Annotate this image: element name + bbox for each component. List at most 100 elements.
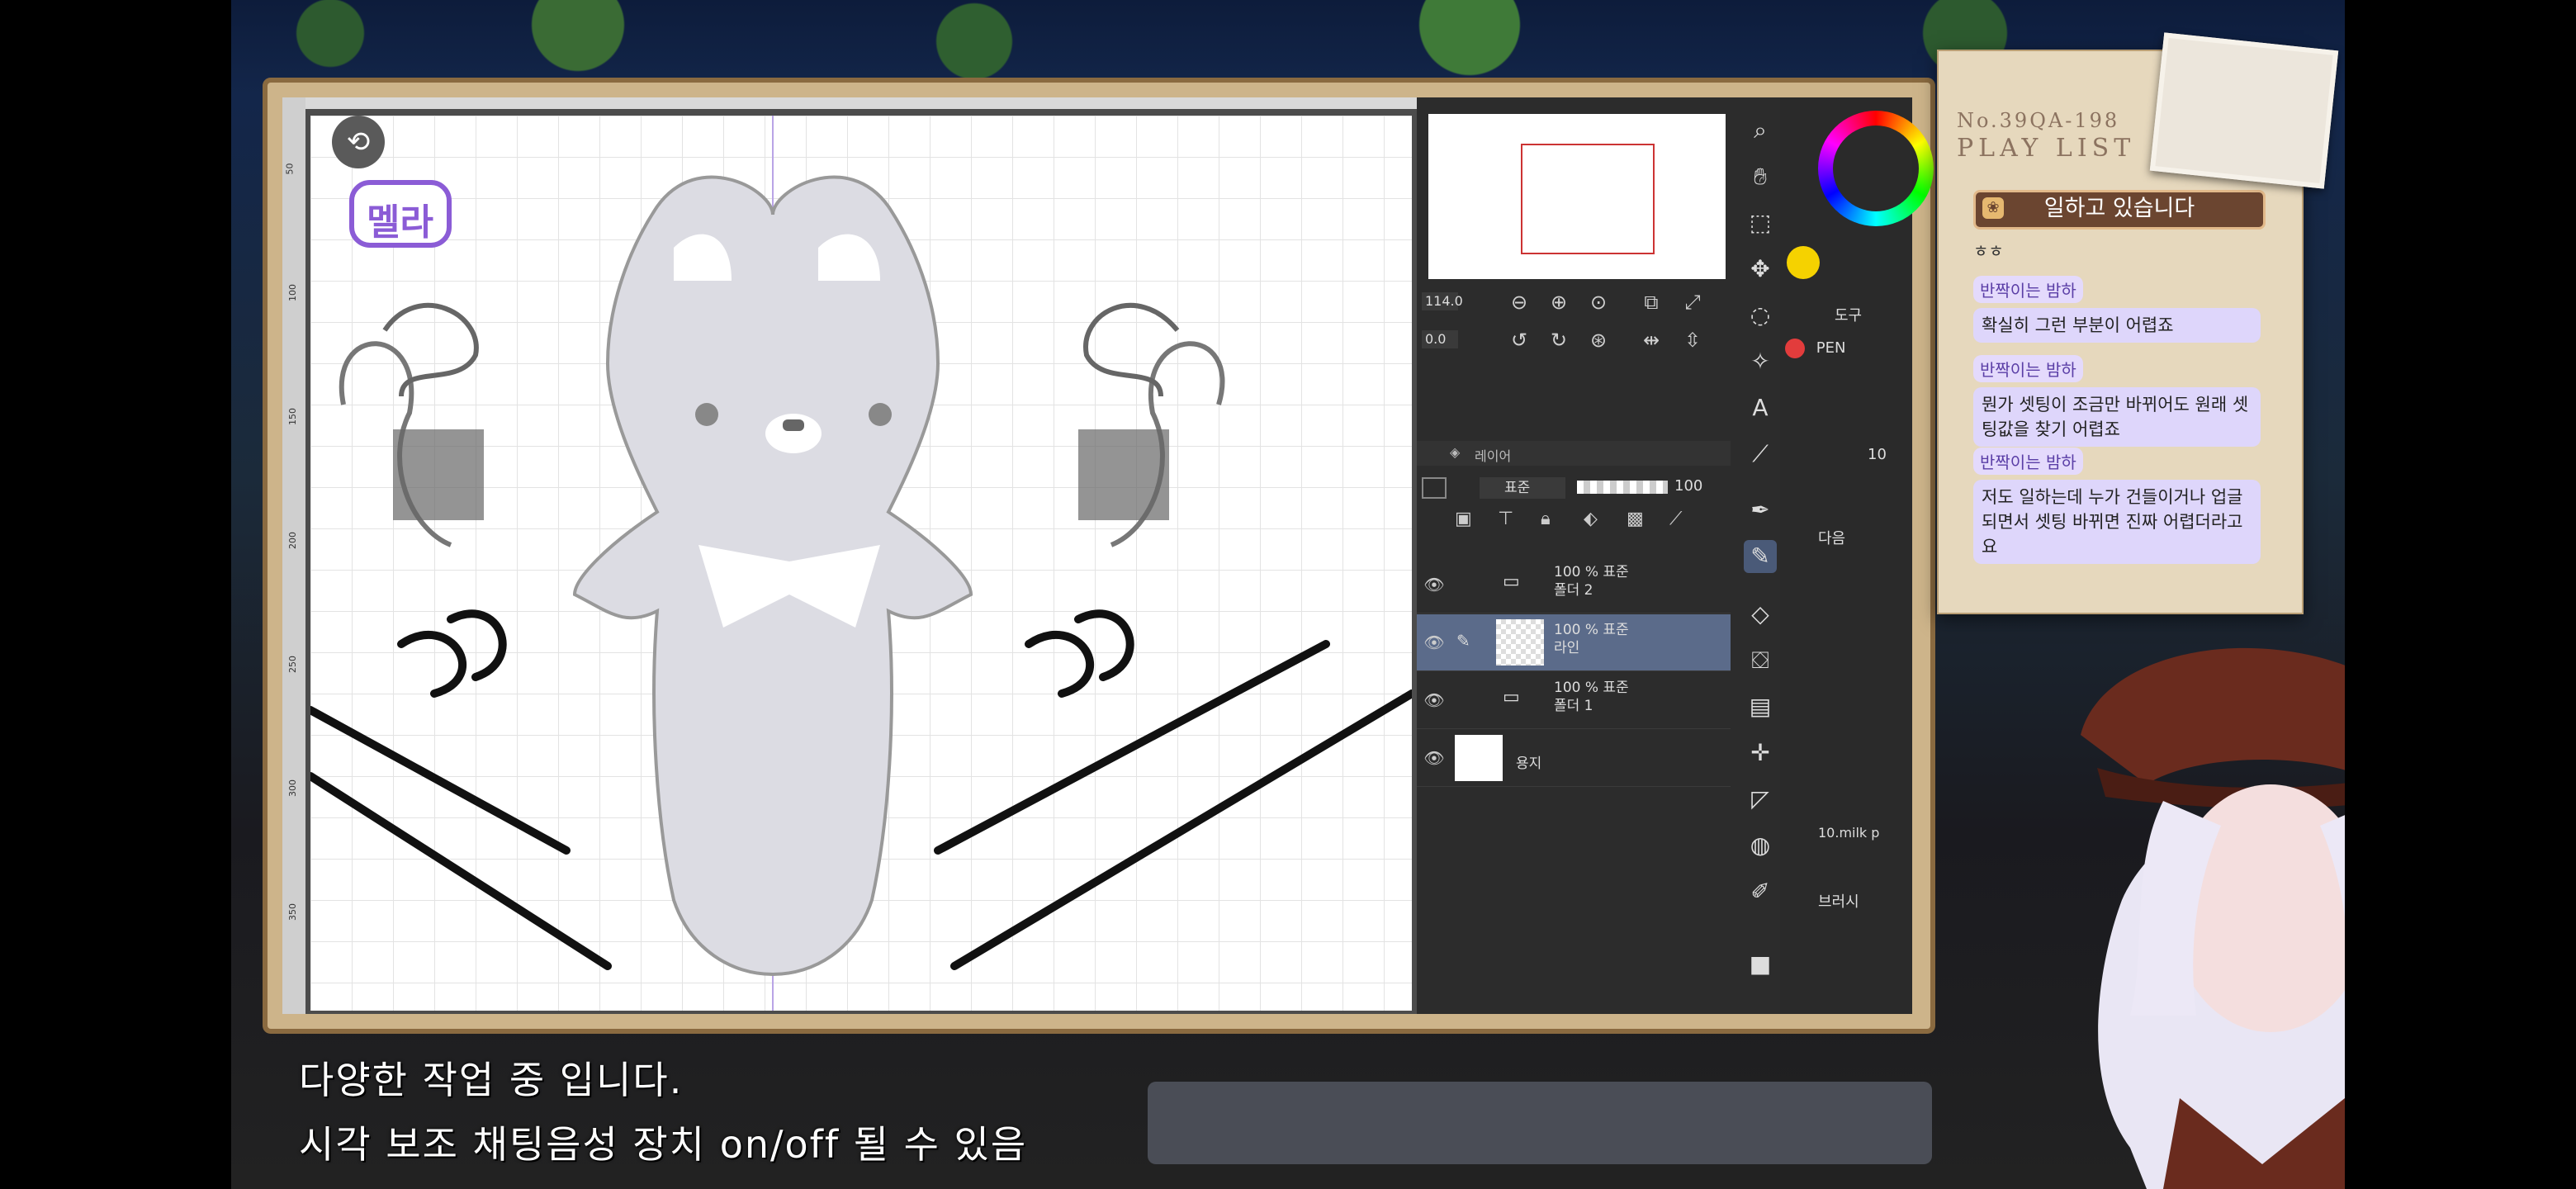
opacity-slider[interactable]	[1577, 481, 1668, 494]
angle-value[interactable]: 0.0	[1422, 330, 1458, 348]
ruler-top	[282, 97, 1417, 109]
layer-name: 폴더 2	[1554, 582, 1593, 599]
actual-size-icon[interactable]: ⧉	[1640, 291, 1663, 314]
bunny-illustration	[310, 116, 1412, 1011]
layer-opacity-mode: 100 % 표준	[1554, 564, 1629, 580]
layer-opacity-mode: 100 % 표준	[1554, 622, 1629, 638]
subtitle-line-1: 다양한 작업 중 입니다.	[299, 1058, 684, 1102]
layer-name: 라인	[1554, 640, 1580, 656]
color-wheel[interactable]	[1818, 111, 1934, 226]
layers-icon: ◈	[1450, 444, 1461, 460]
brush-size-row[interactable]: 10	[1785, 446, 1909, 471]
status-text: 일하고 있습니다	[2043, 196, 2195, 221]
ruler-icon[interactable]: ⟋	[1669, 509, 1682, 529]
drawing-paper[interactable]	[310, 116, 1412, 1011]
paper-thumbnail	[1455, 735, 1503, 781]
tool-tab[interactable]: 도구	[1785, 304, 1909, 329]
rotate-left-icon[interactable]: ↺	[1508, 329, 1531, 352]
layer-row-selected[interactable]: 👁︎ ✎ 100 % 표준 라인	[1417, 614, 1731, 671]
ruler-left: 50 100 150 200 250 300 350	[282, 97, 305, 1014]
chat-username: 반짝이는 밤하	[1973, 276, 2083, 303]
eyedropper-icon[interactable]: ⟋	[1744, 438, 1777, 471]
ruler-label: 100	[287, 284, 298, 301]
navigator-preview[interactable]	[1428, 114, 1726, 279]
rotate-icon[interactable]: ⟲	[332, 116, 385, 168]
object-tool-icon[interactable]: ⬚	[1744, 206, 1777, 239]
chat-message: 저도 일하는데 누가 건들이거나 업글되면서 셋팅 바뀌면 진짜 어렵더라고요	[1973, 480, 2261, 564]
chat-message: 뭔가 셋팅이 조금만 바뀌어도 원래 셋팅값을 찾기 어렵죠	[1973, 387, 2261, 447]
decoration-tool-icon[interactable]: ✐	[1744, 875, 1777, 908]
paw-icon: ❀	[1982, 197, 2004, 219]
navigator-viewport-frame[interactable]	[1521, 144, 1655, 254]
gradient-tool-icon[interactable]: ▤	[1744, 690, 1777, 723]
magic-wand-icon[interactable]: ✧	[1744, 345, 1777, 378]
zoom-tool-icon[interactable]: ⌕	[1744, 114, 1777, 147]
layer-tab[interactable]: ◈ 레이어	[1417, 441, 1731, 466]
chat-item: 반짝이는 밤하 저도 일하는데 누가 건들이거나 업글되면서 셋팅 바뀌면 진짜…	[1973, 448, 2261, 564]
color-panel: 도구 PEN 10 다음 10.milk p 브러시	[1780, 97, 1934, 1014]
rotate-right-icon[interactable]: ↻	[1547, 329, 1570, 352]
text-tool-icon[interactable]: A	[1744, 391, 1777, 424]
layer-row[interactable]: 👁︎ ▭ 100 % 표준 폴더 1	[1417, 672, 1731, 729]
ruler-label: 250	[287, 656, 298, 673]
color-swatch-icon[interactable]: ■	[1744, 948, 1777, 981]
right-panel: 114.0 0.0 ⊖ ⊕ ⊙ ⧉ ⤢ ↺ ↻ ⊛ ⇹ ⇳ ◈ 레이어 표준 1…	[1417, 97, 1934, 1014]
chat-message: 확실히 그런 부분이 어렵죠	[1973, 308, 2261, 343]
ruler-label: 300	[287, 779, 298, 797]
mask-icon[interactable]: ▩	[1627, 509, 1644, 529]
chat-username: 반짝이는 밤하	[1973, 448, 2083, 475]
brush-preset[interactable]: 10.milk p	[1785, 824, 1909, 849]
layer-row[interactable]: 👁︎ ▭ 100 % 표준 폴더 2	[1417, 557, 1731, 613]
layer-blend-row: 표준 100	[1422, 474, 1727, 504]
eye-icon[interactable]: 👁︎	[1422, 575, 1447, 594]
main-color-swatch[interactable]	[1787, 246, 1820, 279]
pen-edit-icon: ✎	[1456, 631, 1470, 651]
opacity-value[interactable]: 100	[1674, 477, 1702, 495]
clip-icon[interactable]: ⊤	[1498, 509, 1513, 529]
monitor-frame: 50 100 150 200 250 300 350 ⟲ 멜라 114.0 0.…	[268, 83, 1934, 1029]
zoom-value[interactable]: 114.0	[1422, 292, 1463, 310]
eye-icon[interactable]: 👁︎	[1422, 632, 1447, 652]
blend-mode-select[interactable]: 표준	[1480, 477, 1565, 499]
reference-icon[interactable]: ⬖	[1584, 509, 1598, 529]
eye-icon[interactable]: 👁︎	[1422, 690, 1447, 710]
eraser-icon[interactable]: ◇	[1744, 598, 1777, 631]
zoom-out-icon[interactable]: ⊖	[1508, 291, 1531, 314]
folder-icon: ▭	[1503, 687, 1520, 708]
layer-name: 용지	[1516, 756, 1542, 772]
flip-horizontal-icon[interactable]: ⇹	[1640, 329, 1663, 352]
layer-row[interactable]: 👁︎ 용지	[1417, 730, 1731, 787]
zoom-in-icon[interactable]: ⊕	[1547, 291, 1570, 314]
pen-subtool[interactable]: PEN	[1785, 339, 1909, 363]
blend-tool-icon[interactable]: ◍	[1744, 829, 1777, 862]
new-layer-icon[interactable]: ▣	[1455, 509, 1472, 529]
vtuber-avatar	[2031, 636, 2345, 1189]
hand-tool-icon[interactable]: ✋︎	[1744, 160, 1777, 193]
eye-icon[interactable]: 👁︎	[1422, 748, 1447, 768]
layer-opacity-mode: 100 % 표준	[1554, 680, 1629, 696]
layer-tools-row: ▣ ⊤ 🔒︎ ⬖ ▩ ⟋	[1422, 509, 1727, 542]
drawing-canvas-area[interactable]: 50 100 150 200 250 300 350 ⟲ 멜라	[282, 97, 1417, 1014]
brush-name: 10.milk p	[1818, 825, 1880, 841]
fit-window-icon[interactable]: ⤢	[1681, 291, 1704, 314]
move-tool-icon[interactable]: ✥	[1744, 253, 1777, 286]
channel-logo: 멜라	[347, 176, 454, 254]
lasso-tool-icon[interactable]: ◌	[1744, 299, 1777, 332]
fit-icon[interactable]: ⊙	[1587, 291, 1610, 314]
playlist-title: PLAY LIST	[1957, 134, 2136, 163]
lock-icon[interactable]: 🔒︎	[1541, 509, 1551, 529]
frame-tool-icon[interactable]: ◸	[1744, 783, 1777, 816]
stream-scene: 50 100 150 200 250 300 350 ⟲ 멜라 114.0 0.…	[231, 0, 2345, 1189]
brush-label-row: 브러시	[1785, 890, 1909, 915]
figure-tool-icon[interactable]: ✛	[1744, 737, 1777, 770]
fill-tool-icon[interactable]: ⛋	[1744, 644, 1777, 677]
building-photo	[2149, 32, 2339, 189]
chat-item: 반짝이는 밤하 뭔가 셋팅이 조금만 바뀌어도 원래 셋팅값을 찾기 어렵죠	[1973, 355, 2261, 447]
flip-vertical-icon[interactable]: ⇳	[1681, 329, 1704, 352]
layer-color-box[interactable]	[1422, 477, 1447, 499]
add-subtool[interactable]: 다음	[1785, 527, 1909, 552]
pen-tool-icon[interactable]: ✒︎	[1744, 494, 1777, 527]
pencil-tool-icon[interactable]: ✎	[1744, 540, 1777, 573]
ruler-label: 350	[287, 903, 298, 921]
reset-rotation-icon[interactable]: ⊛	[1587, 329, 1610, 352]
